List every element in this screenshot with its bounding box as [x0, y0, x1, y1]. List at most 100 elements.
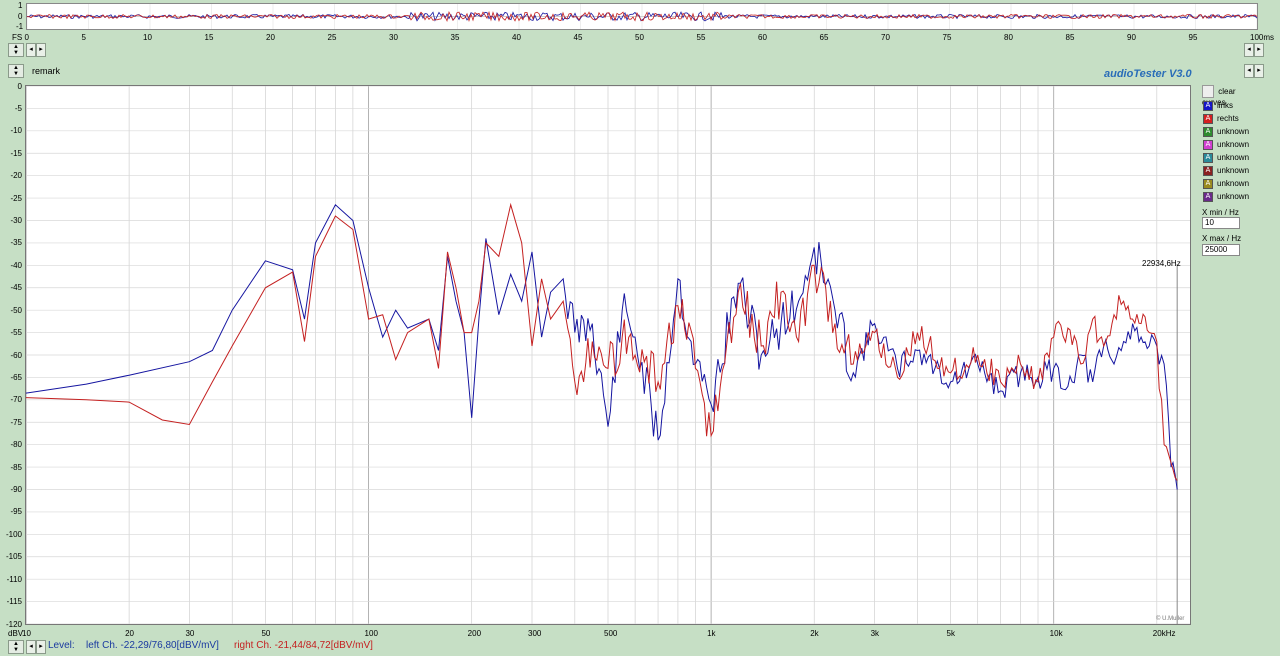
- y-tick-label: -90: [10, 485, 22, 494]
- x-tick-label: 30: [185, 629, 195, 638]
- wave-tick-label: 50: [635, 33, 644, 42]
- curve-color-icon[interactable]: A: [1203, 191, 1213, 202]
- legend-item[interactable]: Aunknown: [1203, 139, 1249, 151]
- level-label: Level:: [48, 640, 75, 651]
- y-tick-label: -10: [10, 126, 22, 136]
- waveform-zoom-spinner[interactable]: ▲ ▼: [8, 43, 24, 57]
- x-tick-label: 20: [125, 629, 135, 638]
- remark-label: remark: [32, 66, 61, 76]
- app-title: audioTester V3.0: [1104, 68, 1192, 80]
- wave-tick-label: 40: [512, 33, 521, 42]
- xmax-field[interactable]: 25000: [1202, 244, 1240, 256]
- curve-color-icon[interactable]: A: [1203, 100, 1213, 111]
- y-tick-label: -20: [10, 171, 22, 181]
- waveform-scroll-left[interactable]: ◂: [26, 43, 36, 57]
- wave-tick-label: FS 0: [12, 33, 29, 42]
- legend-item[interactable]: Arechts: [1203, 113, 1239, 125]
- curve-color-icon[interactable]: A: [1203, 178, 1213, 189]
- legend-label: unknown: [1217, 192, 1250, 201]
- wave-tick-label: 90: [1127, 33, 1136, 42]
- left-channel-level: left Ch. -22,29/76,80[dBV/mV]: [86, 640, 219, 651]
- waveform-range-right[interactable]: ▸: [1254, 43, 1264, 57]
- clear-curves-button[interactable]: clear curves: [1202, 85, 1258, 107]
- x-tick-label: 3k: [870, 629, 880, 638]
- y-tick-label: -40: [10, 260, 22, 270]
- spectrum-chart: [25, 85, 1190, 625]
- legend-label: rechts: [1217, 114, 1239, 123]
- legend-item[interactable]: Aunknown: [1203, 152, 1249, 164]
- y-tick-label: -35: [10, 238, 22, 248]
- x-tick-label: 500: [604, 629, 618, 638]
- wave-tick-label: 35: [450, 33, 460, 42]
- curve-color-icon[interactable]: A: [1203, 165, 1213, 176]
- plot-scroll-left[interactable]: ◂: [1244, 64, 1254, 78]
- wave-ylabel-bottom: -1: [16, 22, 24, 31]
- x-tick-label: 2k: [810, 629, 819, 638]
- spectrum-plot: 22934,6Hz © U.Muller: [25, 85, 1191, 625]
- curve-color-icon[interactable]: A: [1203, 152, 1213, 163]
- y-tick-label: -55: [10, 328, 22, 338]
- plot-scroll-right[interactable]: ▸: [1254, 64, 1264, 78]
- wave-tick-label: 95: [1188, 33, 1198, 42]
- curve-color-icon[interactable]: A: [1203, 126, 1213, 137]
- y-tick-label: -60: [10, 350, 22, 360]
- legend-item[interactable]: Aunknown: [1203, 126, 1249, 138]
- level-spinner[interactable]: ▲ ▼: [8, 640, 24, 654]
- marker-frequency-label: 22934,6Hz: [1142, 259, 1181, 268]
- waveform-trace: [26, 4, 1258, 29]
- wave-tick-label: 70: [881, 33, 890, 42]
- level-left[interactable]: ◂: [26, 640, 36, 654]
- wave-tick-label: 5: [81, 33, 86, 42]
- x-tick-label: 200: [467, 629, 482, 638]
- curve-color-icon[interactable]: A: [1203, 113, 1213, 124]
- level-right[interactable]: ▸: [36, 640, 46, 654]
- y-scale-spinner[interactable]: ▲ ▼: [8, 64, 24, 78]
- wave-tick-label: 55: [696, 33, 706, 42]
- wave-tick-label: 15: [204, 33, 214, 42]
- x-tick-label: 10k: [1049, 629, 1063, 638]
- y-tick-label: -85: [10, 462, 22, 472]
- x-tick-label: 5k: [946, 629, 955, 638]
- wave-tick-label: 10: [143, 33, 152, 42]
- xmin-label: X min / Hz: [1202, 208, 1239, 217]
- y-tick-label: -70: [10, 395, 22, 405]
- clear-curves-checkbox[interactable]: [1202, 85, 1214, 98]
- wave-tick-label: 45: [573, 33, 583, 42]
- waveform-range-left[interactable]: ◂: [1244, 43, 1254, 57]
- wave-tick-label: 25: [327, 33, 337, 42]
- legend-item[interactable]: Aunknown: [1203, 178, 1249, 190]
- series-line-links: [25, 203, 1178, 490]
- y-unit-label: dBV: [8, 629, 24, 638]
- y-tick-label: -100: [5, 529, 22, 539]
- wave-tick-label: 65: [819, 33, 829, 42]
- x-tick-label: 10: [22, 629, 31, 638]
- wave-tick-label: 100ms: [1250, 33, 1275, 42]
- waveform-scroll-right[interactable]: ▸: [36, 43, 46, 57]
- legend-item[interactable]: Alinks: [1203, 100, 1233, 112]
- y-tick-label: -45: [10, 283, 22, 293]
- wave-tick-label: 60: [758, 33, 767, 42]
- legend-label: unknown: [1217, 179, 1250, 188]
- legend-label: links: [1217, 101, 1234, 110]
- wave-ylabel-top: 1: [18, 1, 23, 10]
- wave-ylabel-mid: 0: [18, 12, 23, 21]
- xmin-field[interactable]: 10: [1202, 217, 1240, 229]
- legend-label: unknown: [1217, 153, 1250, 162]
- right-channel-level: right Ch. -21,44/84,72[dBV/mV]: [234, 640, 373, 651]
- y-tick-label: -25: [10, 193, 22, 203]
- wave-tick-label: 30: [389, 33, 398, 42]
- legend-item[interactable]: Aunknown: [1203, 191, 1249, 203]
- x-tick-label: 50: [261, 629, 271, 638]
- curve-color-icon[interactable]: A: [1203, 139, 1213, 150]
- y-tick-label: -30: [10, 216, 22, 225]
- legend-label: unknown: [1217, 140, 1250, 149]
- y-tick-label: -105: [5, 552, 22, 562]
- wave-tick-label: 80: [1004, 33, 1013, 42]
- legend-item[interactable]: Aunknown: [1203, 165, 1249, 177]
- wave-tick-label: 85: [1065, 33, 1075, 42]
- y-tick-label: -5: [14, 103, 22, 113]
- legend-label: unknown: [1217, 166, 1250, 175]
- y-tick-label: -65: [10, 372, 22, 382]
- x-tick-label: 1k: [707, 629, 716, 638]
- y-tick-label: -75: [10, 417, 22, 427]
